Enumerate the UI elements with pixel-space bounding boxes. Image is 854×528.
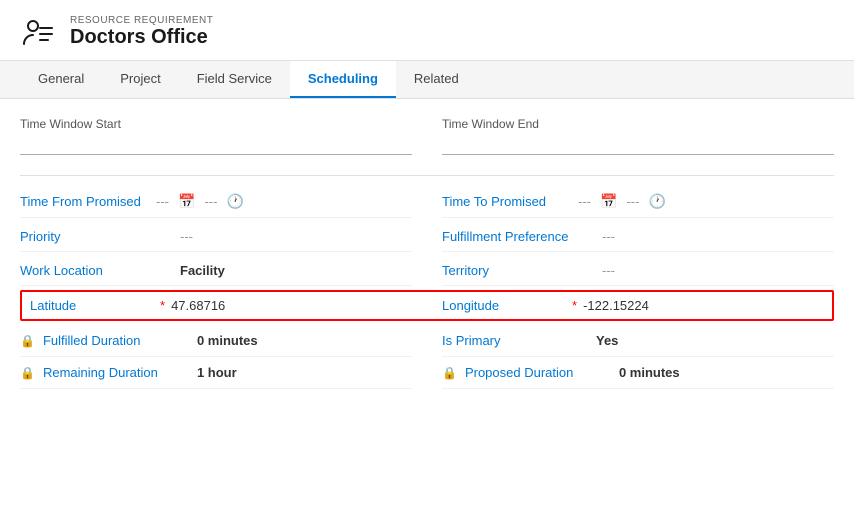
clock-icon-from[interactable]: 🕐 bbox=[223, 193, 246, 210]
proposed-duration-value: 0 minutes bbox=[619, 365, 680, 380]
longitude-cell: Longitude * -122.15224 bbox=[442, 298, 824, 313]
time-window-start-group: Time Window Start bbox=[20, 117, 412, 155]
remaining-duration-label: Remaining Duration bbox=[43, 365, 193, 380]
fulfilled-duration-label: Fulfilled Duration bbox=[43, 333, 193, 348]
time-window-start-label: Time Window Start bbox=[20, 117, 412, 131]
lock-icon-remaining: 🔒 bbox=[20, 366, 35, 380]
lock-icon-proposed: 🔒 bbox=[442, 366, 457, 380]
time-window-end-group: Time Window End bbox=[442, 117, 834, 155]
lat-long-section: Latitude * 47.68716 Longitude * -122.152… bbox=[20, 290, 834, 321]
time-from-promised-row: Time From Promised --- 📅 --- 🕐 bbox=[20, 186, 412, 218]
latitude-cell: Latitude * 47.68716 bbox=[30, 298, 412, 313]
time-to-promised-row: Time To Promised --- 📅 --- 🕐 bbox=[442, 186, 834, 218]
tab-field-service[interactable]: Field Service bbox=[179, 61, 290, 98]
time-from-promised-label: Time From Promised bbox=[20, 194, 150, 209]
longitude-value: -122.15224 bbox=[583, 298, 649, 313]
territory-label: Territory bbox=[442, 263, 602, 278]
tab-general[interactable]: General bbox=[20, 61, 102, 98]
calendar-icon-to[interactable]: 📅 bbox=[597, 193, 620, 210]
work-location-label: Work Location bbox=[20, 263, 180, 278]
calendar-icon-from[interactable]: 📅 bbox=[175, 193, 198, 210]
resource-requirement-label: RESOURCE REQUIREMENT bbox=[70, 15, 213, 26]
longitude-label: Longitude bbox=[442, 298, 572, 313]
clock-icon-to[interactable]: 🕐 bbox=[645, 193, 668, 210]
work-location-row: Work Location Facility bbox=[20, 256, 412, 286]
bottom-section: 🔒 Fulfilled Duration 0 minutes Is Primar… bbox=[20, 325, 834, 389]
time-window-start-input[interactable] bbox=[20, 133, 412, 155]
proposed-duration-field: 🔒 Proposed Duration 0 minutes bbox=[442, 357, 834, 389]
time-window-end-label: Time Window End bbox=[442, 117, 834, 131]
priority-label: Priority bbox=[20, 229, 180, 244]
longitude-required: * bbox=[572, 298, 577, 313]
form-content: Time Window Start Time Window End Time F… bbox=[0, 99, 854, 407]
fulfilled-primary-row: 🔒 Fulfilled Duration 0 minutes Is Primar… bbox=[20, 325, 834, 357]
page-header: RESOURCE REQUIREMENT Doctors Office bbox=[0, 0, 854, 61]
time-to-promised-label: Time To Promised bbox=[442, 194, 572, 209]
latitude-label: Latitude bbox=[30, 298, 160, 313]
fulfillment-preference-value: --- bbox=[602, 229, 615, 244]
tab-related[interactable]: Related bbox=[396, 61, 477, 98]
time-window-end-input[interactable] bbox=[442, 133, 834, 155]
remaining-proposed-row: 🔒 Remaining Duration 1 hour 🔒 Proposed D… bbox=[20, 357, 834, 389]
latitude-required: * bbox=[160, 298, 165, 313]
territory-value: --- bbox=[602, 263, 615, 278]
nav-tabs: General Project Field Service Scheduling… bbox=[0, 61, 854, 99]
fulfilled-duration-field: 🔒 Fulfilled Duration 0 minutes bbox=[20, 325, 412, 357]
time-window-row: Time Window Start Time Window End bbox=[20, 117, 834, 165]
priority-row: Priority --- bbox=[20, 222, 412, 252]
is-primary-field: Is Primary Yes bbox=[442, 325, 834, 357]
territory-row: Territory --- bbox=[442, 256, 834, 286]
lock-icon-fulfilled: 🔒 bbox=[20, 334, 35, 348]
time-promised-section: Time From Promised --- 📅 --- 🕐 Time To P… bbox=[20, 186, 834, 218]
time-to-date: --- bbox=[578, 194, 591, 209]
fulfillment-preference-label: Fulfillment Preference bbox=[442, 229, 602, 244]
header-text-block: RESOURCE REQUIREMENT Doctors Office bbox=[70, 15, 213, 49]
tab-scheduling[interactable]: Scheduling bbox=[290, 61, 396, 98]
priority-fulfillment-section: Priority --- Fulfillment Preference --- bbox=[20, 222, 834, 252]
remaining-duration-value: 1 hour bbox=[197, 365, 237, 380]
work-territory-section: Work Location Facility Territory --- bbox=[20, 256, 834, 286]
resource-requirement-icon bbox=[20, 14, 56, 50]
tab-project[interactable]: Project bbox=[102, 61, 178, 98]
is-primary-value: Yes bbox=[596, 333, 618, 348]
proposed-duration-label: Proposed Duration bbox=[465, 365, 615, 380]
remaining-duration-field: 🔒 Remaining Duration 1 hour bbox=[20, 357, 412, 389]
is-primary-label: Is Primary bbox=[442, 333, 592, 348]
fulfilled-duration-value: 0 minutes bbox=[197, 333, 258, 348]
work-location-value: Facility bbox=[180, 263, 225, 278]
priority-value: --- bbox=[180, 229, 193, 244]
fulfillment-row: Fulfillment Preference --- bbox=[442, 222, 834, 252]
latitude-value: 47.68716 bbox=[171, 298, 225, 313]
page-title: Doctors Office bbox=[70, 26, 213, 49]
time-from-date: --- bbox=[156, 194, 169, 209]
time-to-time: --- bbox=[626, 194, 639, 209]
time-from-time: --- bbox=[204, 194, 217, 209]
